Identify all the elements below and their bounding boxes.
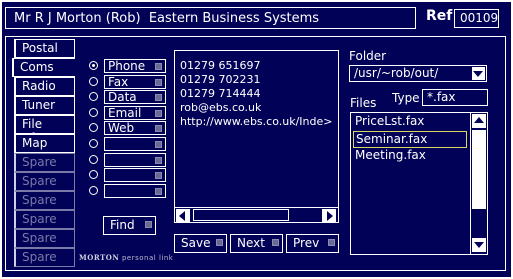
chevron-down-icon <box>473 71 483 77</box>
tab-tuner[interactable]: Tuner <box>14 96 75 115</box>
contact-type-radio[interactable] <box>89 185 98 195</box>
find-indicator-icon <box>145 221 152 228</box>
brand-footer: MORTON personal link <box>79 253 173 262</box>
contact-title: Mr R J Morton (Rob) Eastern Business Sys… <box>5 7 416 29</box>
indicator-icon <box>155 125 162 133</box>
contact-value-line: 01279 651697 <box>180 59 261 72</box>
indicator-icon <box>155 141 162 148</box>
scroll-up-button[interactable] <box>472 114 486 128</box>
contact-type-radio[interactable] <box>89 139 98 148</box>
find-button-label: Find <box>110 218 135 232</box>
file-item[interactable]: Meeting.fax <box>353 148 467 165</box>
prev-button[interactable]: Prev <box>286 234 339 253</box>
tab-coms[interactable]: Coms <box>12 58 75 77</box>
scroll-thumb[interactable] <box>193 209 289 221</box>
tab-spare: Spare <box>14 153 75 172</box>
contact-type-radio[interactable] <box>89 76 98 86</box>
contact-value-line: 01279 702231 <box>180 73 261 86</box>
arrow-down-icon <box>474 242 484 248</box>
next-button-label: Next <box>237 236 265 250</box>
tab-spare: Spare <box>14 248 75 267</box>
contact-type-empty[interactable] <box>104 183 166 198</box>
folder-dropdown-button[interactable] <box>472 67 485 80</box>
tab-spare: Spare <box>14 229 75 248</box>
horizontal-scrollbar[interactable] <box>175 207 338 223</box>
ref-number: 00109 <box>454 9 499 28</box>
contact-type-data[interactable]: Data <box>104 90 166 105</box>
indicator-icon <box>155 172 162 180</box>
indicator-icon <box>155 109 162 117</box>
indicator-icon <box>155 63 162 70</box>
contact-type-empty[interactable] <box>104 137 166 151</box>
type-label: Type <box>392 91 420 105</box>
contact-type-phone[interactable]: Phone <box>104 59 166 73</box>
indicator-icon <box>155 78 162 86</box>
tab-radio[interactable]: Radio <box>14 77 75 96</box>
tab-file-xfer[interactable]: File Xfer <box>14 115 75 145</box>
contact-type-radio[interactable] <box>89 107 98 117</box>
save-button-label: Save <box>181 236 211 250</box>
tab-spare: Spare <box>14 210 75 229</box>
files-label: Files <box>350 96 377 110</box>
file-item[interactable]: Seminar.fax <box>353 131 467 148</box>
scroll-thumb-vertical[interactable] <box>472 130 486 209</box>
file-item[interactable]: PriceLst.fax <box>353 114 467 131</box>
folder-value: /usr/~rob/out/ <box>354 66 439 80</box>
ref-label: Ref <box>426 8 453 24</box>
next-button[interactable]: Next <box>230 234 283 253</box>
contact-type-empty[interactable] <box>104 152 166 167</box>
scroll-right-button[interactable] <box>322 209 336 223</box>
tab-spare: Spare <box>14 172 75 191</box>
contact-type-label: Web <box>108 121 135 136</box>
contact-type-label: Data <box>108 90 137 105</box>
prev-button-label: Prev <box>293 236 320 250</box>
find-button[interactable]: Find <box>103 216 156 235</box>
contact-value-line: 01279 714444 <box>180 87 261 100</box>
tab-spare: Spare <box>14 191 75 210</box>
contact-type-web[interactable]: Web <box>104 121 166 136</box>
next-indicator-icon <box>272 239 279 246</box>
folder-label: Folder <box>349 49 387 63</box>
indicator-icon <box>155 156 162 164</box>
prev-indicator-icon <box>328 239 335 246</box>
contact-type-radio[interactable] <box>89 154 98 164</box>
contact-type-label: Email <box>108 105 142 120</box>
contact-type-empty[interactable] <box>104 168 166 183</box>
vertical-scrollbar[interactable] <box>470 113 486 254</box>
contact-values-text: 01279 651697 01279 702231 01279 714444 rob@… <box>180 59 336 129</box>
contact-type-email[interactable]: Email <box>104 105 166 120</box>
arrow-up-icon <box>474 117 484 123</box>
tab-map[interactable]: Map <box>14 134 75 153</box>
scroll-down-button[interactable] <box>472 238 486 252</box>
contact-type-radio[interactable] <box>89 61 98 70</box>
contact-type-label: Fax <box>108 74 129 89</box>
contact-type-label: Phone <box>108 59 146 73</box>
arrow-left-icon <box>179 211 185 221</box>
scroll-left-button[interactable] <box>176 209 190 223</box>
contact-value-line: rob@ebs.co.uk <box>180 101 262 114</box>
tab-postal[interactable]: Postal <box>14 39 75 58</box>
arrow-right-icon <box>327 211 333 221</box>
type-filter-input[interactable]: *.fax <box>422 89 488 106</box>
save-indicator-icon <box>216 239 223 246</box>
save-button[interactable]: Save <box>174 234 227 253</box>
indicator-icon <box>155 94 162 102</box>
indicator-icon <box>155 187 162 195</box>
contact-type-fax[interactable]: Fax <box>104 74 166 89</box>
brand-tagline: personal link <box>121 254 174 262</box>
brand-logo: MORTON <box>79 253 120 262</box>
contact-value-line: http://www.ebs.co.uk/Inde> <box>180 115 333 128</box>
folder-select[interactable]: /usr/~rob/out/ <box>349 65 487 82</box>
